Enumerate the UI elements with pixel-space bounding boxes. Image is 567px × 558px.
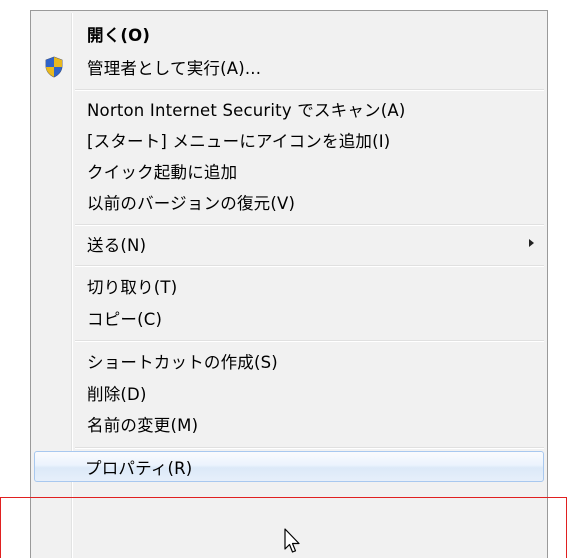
arrow-pointer-icon	[284, 528, 300, 553]
menu-item-rename[interactable]: 名前の変更(M)	[34, 408, 544, 439]
menu-item-label: 送る(N)	[87, 235, 147, 255]
menu-item-norton-scan[interactable]: Norton Internet Security でスキャン(A)	[34, 93, 544, 124]
menu-item-add-quick-launch[interactable]: クイック起動に追加	[34, 155, 544, 186]
screenshot-stage: 開く(O) 管理者として実行(A)... Norton Internet Sec…	[0, 0, 567, 558]
menu-item-label: 名前の変更(M)	[87, 415, 199, 435]
menu-item-label: ショートカットの作成(S)	[87, 352, 278, 372]
menu-item-copy[interactable]: コピー(C)	[34, 302, 544, 333]
menu-item-label: クイック起動に追加	[87, 162, 238, 182]
menu-item-open[interactable]: 開く(O)	[34, 18, 544, 49]
menu-item-label: 切り取り(T)	[87, 277, 178, 297]
menu-item-label: 管理者として実行(A)...	[87, 58, 262, 78]
context-menu: 開く(O) 管理者として実行(A)... Norton Internet Sec…	[30, 10, 548, 558]
menu-item-run-as-admin[interactable]: 管理者として実行(A)...	[34, 51, 544, 82]
menu-item-create-shortcut[interactable]: ショートカットの作成(S)	[34, 345, 544, 376]
menu-separator	[75, 224, 544, 226]
menu-item-cut[interactable]: 切り取り(T)	[34, 270, 544, 301]
menu-item-send-to[interactable]: 送る(N)	[34, 228, 544, 259]
menu-item-label: 以前のバージョンの復元(V)	[87, 193, 296, 213]
menu-item-properties[interactable]: プロパティ(R)	[34, 451, 544, 482]
menu-separator	[75, 265, 544, 267]
menu-item-label: プロパティ(R)	[85, 458, 193, 478]
menu-separator	[75, 340, 544, 342]
menu-item-pin-start-menu[interactable]: [スタート] メニューにアイコンを追加(I)	[34, 124, 544, 155]
submenu-arrow-icon	[529, 239, 534, 247]
menu-separator	[75, 89, 544, 91]
menu-item-label: コピー(C)	[87, 309, 163, 329]
menu-item-label: [スタート] メニューにアイコンを追加(I)	[87, 131, 391, 151]
menu-item-label: Norton Internet Security でスキャン(A)	[87, 100, 406, 120]
menu-item-delete[interactable]: 削除(D)	[34, 377, 544, 408]
menu-separator	[75, 447, 544, 449]
menu-item-label: 削除(D)	[87, 384, 147, 404]
uac-shield-icon	[45, 56, 63, 78]
menu-item-label: 開く(O)	[87, 25, 151, 45]
menu-item-restore-previous-versions[interactable]: 以前のバージョンの復元(V)	[34, 186, 544, 217]
